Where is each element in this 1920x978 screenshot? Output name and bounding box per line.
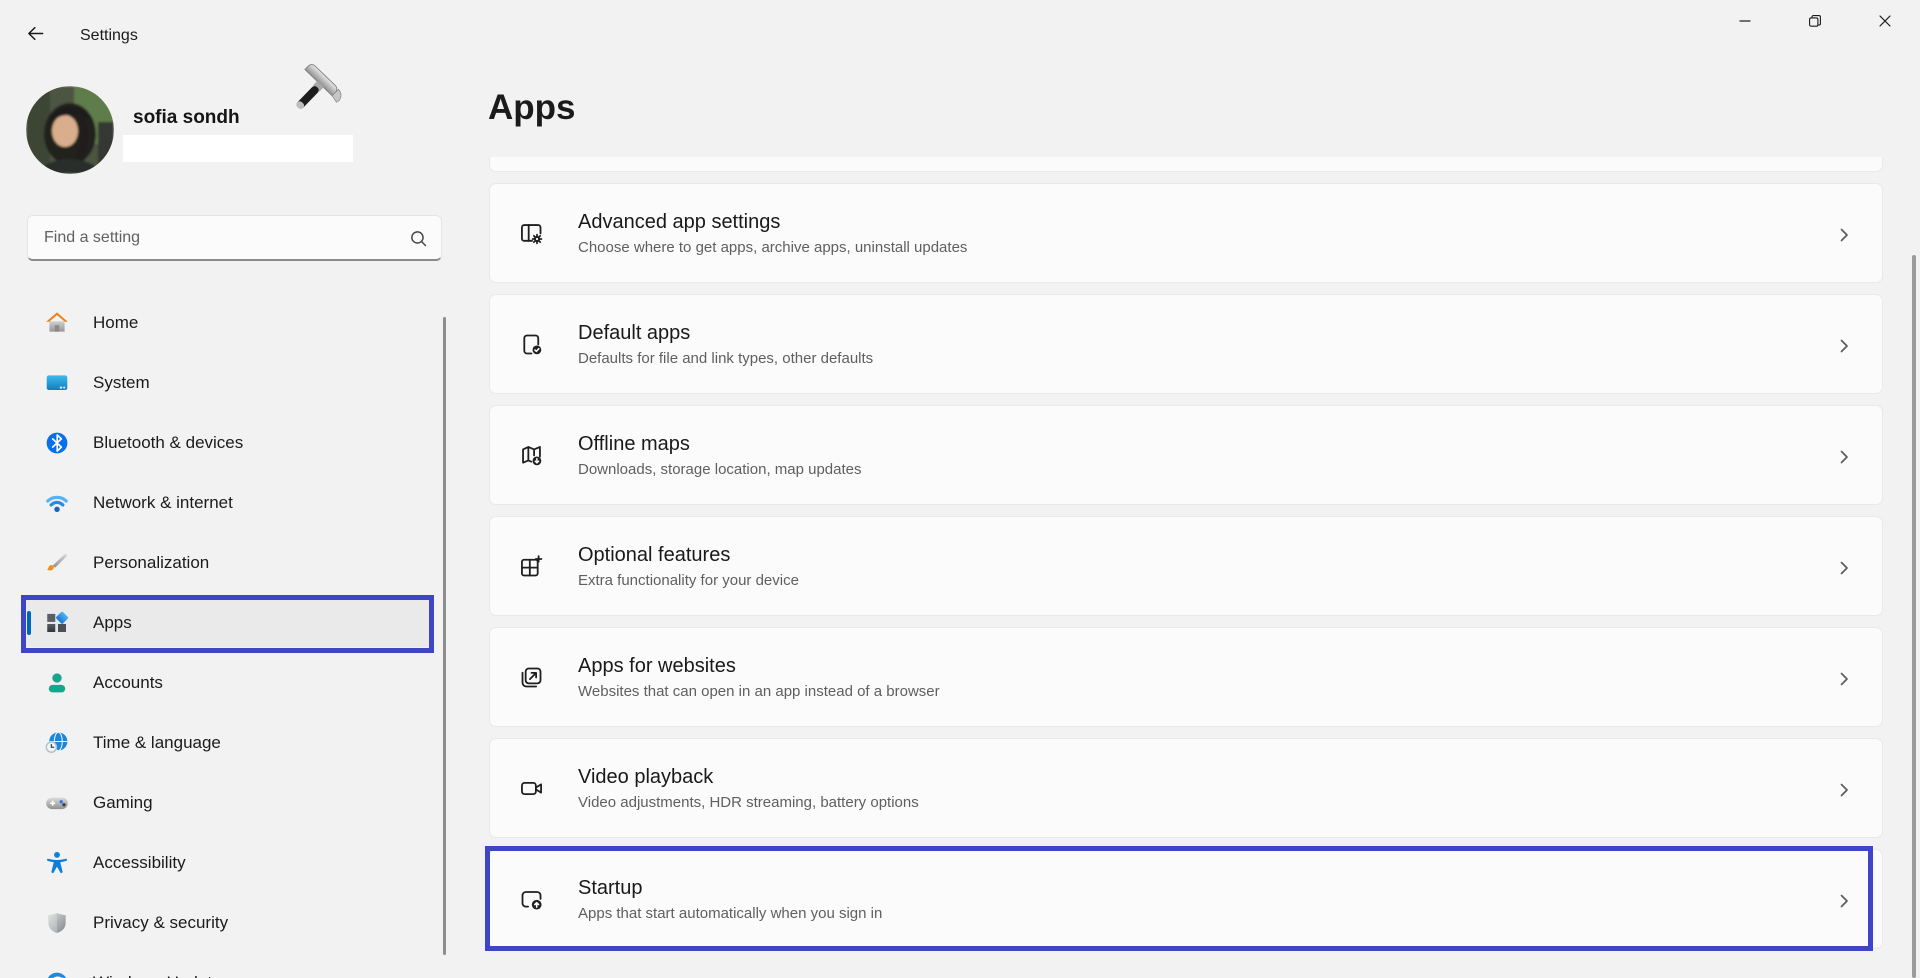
sidebar-item-time-language[interactable]: Time & language: [22, 719, 433, 767]
sidebar-item-gaming[interactable]: Gaming: [22, 779, 433, 827]
restore-icon: [1809, 15, 1821, 27]
card-subtitle: Defaults for file and link types, other …: [578, 350, 873, 367]
sidebar-item-label: Personalization: [93, 553, 209, 573]
card-video-playback[interactable]: Video playback Video adjustments, HDR st…: [489, 738, 1883, 838]
sidebar-item-label: Windows Update: [93, 973, 222, 978]
sidebar-item-apps[interactable]: Apps: [22, 599, 433, 647]
card-title: Advanced app settings: [578, 210, 967, 235]
privacy-icon: [44, 910, 70, 936]
window-title: Settings: [80, 27, 138, 45]
system-icon: [44, 370, 70, 396]
page-title: Apps: [488, 88, 576, 128]
optional-features-icon: [518, 553, 545, 580]
chevron-right-icon: [1840, 450, 1849, 464]
restore-button[interactable]: [1780, 0, 1850, 42]
sidebar-item-system[interactable]: System: [22, 359, 433, 407]
chevron-right-icon: [1840, 561, 1849, 575]
settings-window: { "titlebar": { "title": "Settings", "co…: [0, 0, 1920, 978]
sidebar-item-home[interactable]: Home: [22, 299, 433, 347]
time-icon: [44, 730, 70, 756]
card-title: Startup: [578, 876, 882, 901]
card-default-apps[interactable]: Default apps Defaults for file and link …: [489, 294, 1883, 394]
video-playback-icon: [518, 775, 545, 802]
avatar: [26, 86, 114, 174]
card-offline-maps[interactable]: Offline maps Downloads, storage location…: [489, 405, 1883, 505]
sidebar-item-windows-update[interactable]: Windows Update: [22, 959, 433, 978]
selected-indicator-pill: [27, 611, 31, 635]
apps-icon: [44, 610, 70, 636]
default-apps-icon: [518, 331, 545, 358]
sidebar-item-label: Network & internet: [93, 493, 233, 513]
sidebar-item-bluetooth-devices[interactable]: Bluetooth & devices: [22, 419, 433, 467]
card-subtitle: Apps that start automatically when you s…: [578, 905, 882, 922]
card-subtitle: Choose where to get apps, archive apps, …: [578, 239, 967, 256]
search-box: [27, 215, 442, 261]
sidebar-nav: Home System Bluetooth & devices Network …: [22, 299, 433, 978]
advanced-app-settings-icon: [518, 220, 545, 247]
accounts-icon: [44, 670, 70, 696]
card-title: Optional features: [578, 543, 799, 568]
minimize-icon: [1739, 15, 1751, 27]
search-icon[interactable]: [409, 229, 428, 248]
close-button[interactable]: [1850, 0, 1920, 42]
sidebar-item-label: System: [93, 373, 150, 393]
profile-name: sofia sondh: [133, 107, 240, 129]
sidebar-item-label: Home: [93, 313, 138, 333]
sidebar-item-network-internet[interactable]: Network & internet: [22, 479, 433, 527]
card-title: Apps for websites: [578, 654, 940, 679]
sidebar-item-label: Accounts: [93, 673, 163, 693]
card-title: Default apps: [578, 321, 873, 346]
apps-for-websites-icon: [518, 664, 545, 691]
hammer-cursor-icon: [283, 60, 347, 124]
card-subtitle: Video adjustments, HDR streaming, batter…: [578, 794, 919, 811]
personalization-icon: [44, 550, 70, 576]
sidebar-item-personalization[interactable]: Personalization: [22, 539, 433, 587]
card-title: Offline maps: [578, 432, 862, 457]
back-arrow-icon: [25, 23, 46, 44]
card-startup[interactable]: Startup Apps that start automatically wh…: [489, 849, 1883, 949]
accessibility-icon: [44, 850, 70, 876]
card-apps-for-websites[interactable]: Apps for websites Websites that can open…: [489, 627, 1883, 727]
startup-icon: [518, 886, 545, 913]
main-scrollbar[interactable]: [1912, 255, 1916, 978]
sidebar-item-accessibility[interactable]: Accessibility: [22, 839, 433, 887]
card-advanced-app-settings[interactable]: Advanced app settings Choose where to ge…: [489, 183, 1883, 283]
sidebar-item-label: Accessibility: [93, 853, 186, 873]
account-info-redaction: [123, 135, 353, 162]
sidebar-scrollbar[interactable]: [443, 317, 446, 955]
card-title: Video playback: [578, 765, 919, 790]
chevron-right-icon: [1840, 783, 1849, 797]
minimize-button[interactable]: [1710, 0, 1780, 42]
chevron-right-icon: [1840, 228, 1849, 242]
gaming-icon: [44, 790, 70, 816]
caption-buttons: [1710, 0, 1920, 42]
offline-maps-icon: [518, 442, 545, 469]
home-icon: [44, 310, 70, 336]
bluetooth-icon: [44, 430, 70, 456]
chevron-right-icon: [1840, 339, 1849, 353]
sidebar-item-label: Time & language: [93, 733, 221, 753]
sidebar-item-label: Bluetooth & devices: [93, 433, 243, 453]
card-subtitle: Websites that can open in an app instead…: [578, 683, 940, 700]
settings-card-list: Advanced app settings Choose where to ge…: [489, 157, 1883, 949]
card-subtitle: Extra functionality for your device: [578, 572, 799, 589]
back-button[interactable]: [14, 14, 56, 52]
chevron-right-icon: [1840, 894, 1849, 908]
chevron-right-icon: [1840, 672, 1849, 686]
search-input[interactable]: [28, 216, 441, 259]
sidebar-item-label: Gaming: [93, 793, 153, 813]
card-subtitle: Downloads, storage location, map updates: [578, 461, 862, 478]
close-icon: [1879, 15, 1891, 27]
network-icon: [44, 490, 70, 516]
sidebar-item-privacy-security[interactable]: Privacy & security: [22, 899, 433, 947]
sidebar-item-label: Apps: [93, 613, 132, 633]
sidebar-item-label: Privacy & security: [93, 913, 228, 933]
update-icon: [44, 970, 70, 978]
partial-card-top[interactable]: [489, 157, 1883, 172]
card-optional-features[interactable]: Optional features Extra functionality fo…: [489, 516, 1883, 616]
sidebar-item-accounts[interactable]: Accounts: [22, 659, 433, 707]
